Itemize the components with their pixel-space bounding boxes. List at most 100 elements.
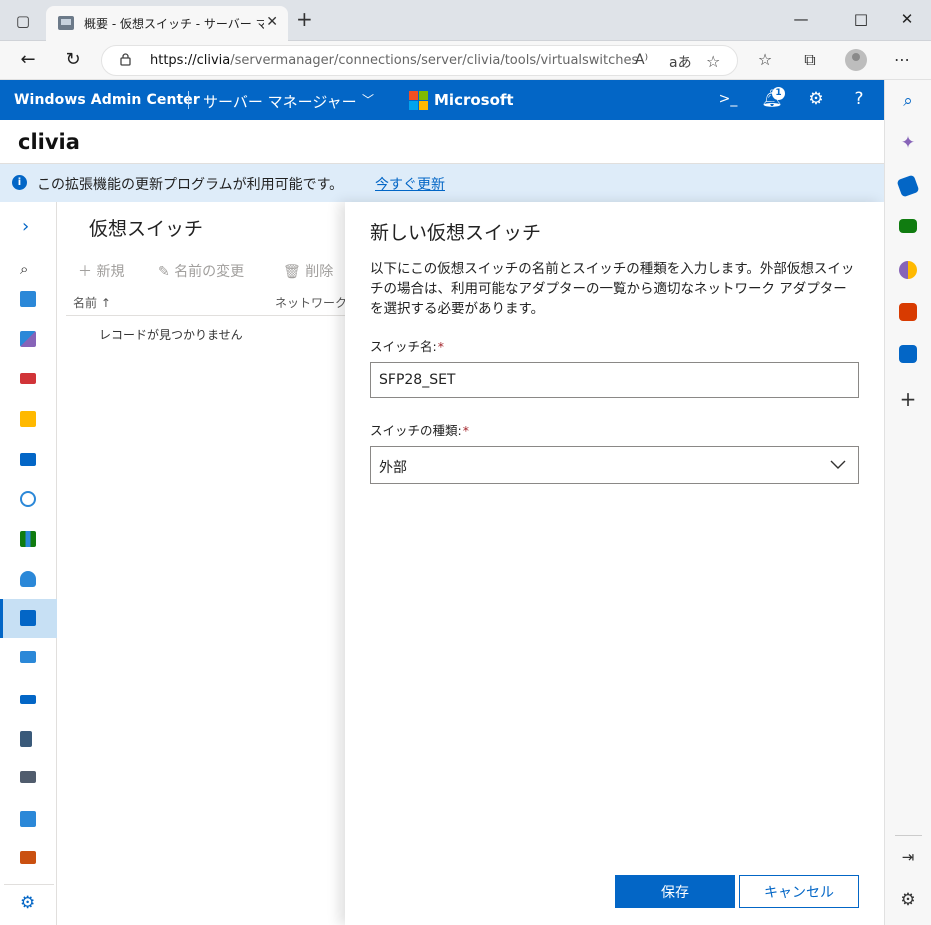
refresh-icon[interactable]: ↻ [61,49,85,71]
column-network[interactable]: ネットワーク [275,294,347,311]
add-icon[interactable]: + [897,387,919,411]
remote-desktop-icon [20,651,36,663]
read-aloud-icon[interactable]: A⁾ [635,52,648,68]
add-favorite-icon[interactable]: ☆ [706,52,720,71]
outlook-icon[interactable] [899,345,917,363]
header-divider [188,91,189,109]
rail-users[interactable] [0,560,57,598]
server-favicon-icon [58,16,74,30]
tools-icon[interactable] [899,219,917,233]
rail-virtual-switches[interactable] [0,599,57,638]
update-notice: i この拡張機能の更新プログラムが利用可能です。 今すぐ更新 [0,164,884,202]
chevron-down-icon[interactable]: ﹀ [362,91,374,108]
roles-icon [20,771,36,783]
page-title: 仮想スイッチ [89,218,204,240]
rail-scheduled-tasks[interactable] [0,800,57,838]
tab-title: 概要 - 仮想スイッチ - サーバー マネージャー [84,17,264,31]
collections-icon[interactable]: ⧉ [799,50,821,70]
lock-icon [120,53,131,66]
virtual-switches-icon [20,610,36,626]
panel-title: 新しい仮想スイッチ [370,222,542,244]
required-mark: * [462,423,469,438]
rail-apps[interactable] [0,520,57,558]
expand-icon[interactable]: › [22,216,29,237]
search-icon[interactable]: ⌕ [897,91,919,111]
favorites-icon[interactable]: ☆ [754,50,776,69]
powershell-icon[interactable]: >_ [717,91,739,107]
rail-remote-desktop[interactable] [0,640,57,678]
app-title[interactable]: Windows Admin Center [14,92,200,108]
help-icon[interactable]: ? [848,89,870,109]
profile-avatar[interactable] [845,49,867,71]
delete-button[interactable]: 🗑︎ 削除 [283,261,333,281]
translate-icon[interactable]: aあ [669,52,692,72]
tool-rail: › ⌕ ⚙ [0,202,57,925]
maximize-icon[interactable]: □ [851,10,871,28]
browser-toolbar: ← ↻ https://clivia/servermanager/connect… [0,41,931,80]
hide-sidebar-icon[interactable]: ⇥ [897,848,919,866]
rail-storage-replica[interactable] [0,680,57,718]
new-button[interactable]: ＋ 新規 [78,261,124,281]
search-icon[interactable]: ⌕ [20,260,28,278]
server-bar: clivia [0,120,884,164]
browser-tab[interactable]: 概要 - 仮想スイッチ - サーバー マネージャー ✕ [46,6,288,41]
rail-certificates[interactable] [0,840,57,878]
firewall-icon [20,373,36,384]
switch-type-select[interactable]: 外部 [370,446,859,484]
server-name: clivia [18,130,80,154]
settings-gear-icon[interactable]: ⚙ [805,89,827,109]
tool-selector[interactable]: サーバー マネージャー [203,91,357,112]
update-now-link[interactable]: 今すぐ更新 [375,174,445,194]
sidebar-divider [895,835,922,836]
info-icon: i [12,175,27,190]
copilot-icon[interactable]: ✦ [897,133,919,153]
notice-text: この拡張機能の更新プログラムが利用可能です。 [37,177,344,193]
close-tab-icon[interactable]: ✕ [266,14,278,30]
window-menu-icon[interactable]: ▢ [14,12,32,30]
more-menu-icon[interactable]: ⋯ [891,50,913,69]
settings-icon: ⚙ [20,893,36,913]
minimize-icon[interactable]: — [791,10,811,28]
microsoft-logo [409,91,428,110]
url-text: https://clivia/servermanager/connections… [150,53,639,68]
close-window-icon[interactable]: ✕ [897,10,917,28]
office-icon[interactable] [899,303,917,321]
cancel-button[interactable]: キャンセル [739,875,859,908]
empty-message: レコードが見つかりません [99,328,243,342]
browser-titlebar: ▢ 概要 - 仮想スイッチ - サーバー マネージャー ✕ + — □ ✕ [0,0,931,41]
column-name[interactable]: 名前 ↑ [73,294,111,311]
rail-firewall[interactable] [0,360,57,398]
rail-storage[interactable] [0,440,57,478]
switch-type-value: 外部 [379,460,407,476]
rename-button[interactable]: ✎ 名前の変更 [158,261,244,281]
rail-updates[interactable] [0,480,57,518]
save-button[interactable]: 保存 [615,875,735,908]
new-tab-icon[interactable]: + [296,9,313,29]
notification-badge: 1 [772,87,785,100]
rail-performance[interactable] [0,320,57,358]
users-icon [20,571,36,587]
files-icon [20,411,36,427]
back-icon[interactable]: ← [16,49,40,71]
edge-sidebar: ⌕ ✦ + ⇥ ⚙ [884,80,931,925]
sidebar-settings-icon[interactable]: ⚙ [897,890,919,910]
network-icon [20,731,32,747]
shopping-icon[interactable] [896,174,920,198]
microsoft-brand: Microsoft [434,91,514,109]
storage-replica-icon [20,695,36,704]
rail-overview[interactable] [0,280,57,318]
required-mark: * [437,339,444,354]
performance-icon [20,331,36,347]
updates-icon [20,491,36,507]
panel-description: 以下にこの仮想スイッチの名前とスイッチの種類を入力します。外部仮想スイッチの場合… [370,261,855,317]
rail-settings[interactable]: ⚙ [4,884,54,922]
switch-name-input[interactable] [370,362,859,398]
overview-icon [20,291,36,307]
address-bar[interactable]: https://clivia/servermanager/connections… [101,45,738,76]
rail-network[interactable] [0,720,57,758]
rail-roles[interactable] [0,760,57,798]
chevron-down-icon [830,460,846,469]
rail-files[interactable] [0,400,57,438]
switch-type-label: スイッチの種類:* [370,423,469,438]
games-icon[interactable] [899,261,917,279]
